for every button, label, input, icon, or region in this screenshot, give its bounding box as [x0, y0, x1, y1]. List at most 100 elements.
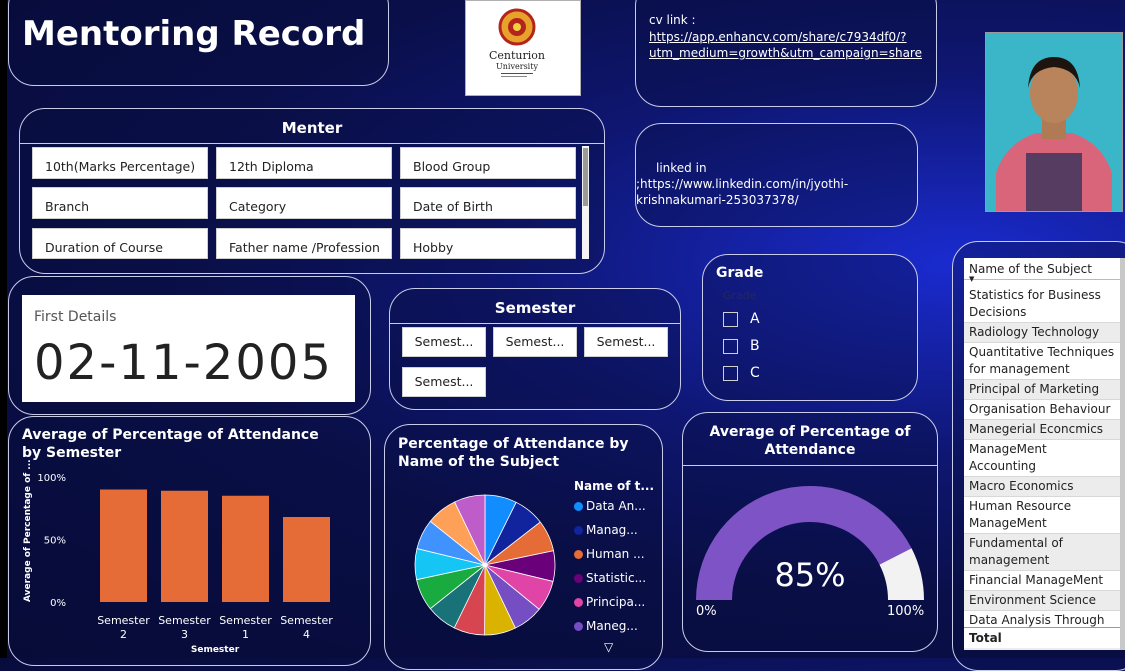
subject-item[interactable]: Financial ManageMent	[964, 571, 1122, 591]
grade-panel: Grade Grade A B C	[702, 254, 918, 401]
subject-item[interactable]: Quantitative Techniques for management	[964, 343, 1122, 380]
pie-legend-item[interactable]: Statistic...	[574, 571, 646, 585]
subject-item[interactable]: Business Research	[964, 648, 1122, 650]
legend-dot-icon	[574, 597, 583, 607]
page-title: Mentoring Record	[22, 14, 366, 54]
grade-option-label: C	[750, 365, 760, 381]
subject-item[interactable]: Fundamental of management	[964, 534, 1122, 571]
subject-header-label: Name of the Subject	[969, 262, 1092, 276]
pie-legend-item[interactable]: Principa...	[574, 595, 645, 609]
menter-cell-blood-group[interactable]: Blood Group	[400, 147, 576, 179]
bar-x-axis-label: Semester	[191, 645, 240, 655]
pie-chart	[414, 494, 556, 636]
subject-item[interactable]: Macro Economics	[964, 477, 1122, 497]
pie-legend-item[interactable]: Manag...	[574, 523, 638, 537]
grade-option-label: B	[750, 338, 760, 354]
grade-option-label: A	[750, 311, 760, 327]
subject-scrollbar[interactable]	[1120, 258, 1125, 650]
bar-y-tick-label: 50%	[44, 536, 66, 547]
grade-option-b[interactable]: B	[723, 338, 760, 354]
legend-dot-icon	[574, 549, 583, 559]
logo-subtext: University	[496, 62, 538, 71]
semester-button-1[interactable]: Semest...	[402, 327, 486, 357]
pie-legend-label: Principa...	[586, 595, 646, 609]
subject-item[interactable]: Organisation Behaviour	[964, 400, 1122, 420]
grade-option-a[interactable]: A	[723, 311, 760, 327]
subject-item[interactable]: Statistics for Business Decisions	[964, 286, 1122, 323]
legend-scroll-down-icon[interactable]: ▽	[604, 640, 613, 654]
pie-legend-item[interactable]: Maneg...	[574, 619, 638, 633]
subject-item[interactable]: Environment Science	[964, 591, 1122, 611]
bar[interactable]	[222, 495, 269, 602]
pie-legend-label: Human ...	[586, 547, 645, 561]
linkedin-text: linked in ;https://www.linkedin.com/in/j…	[636, 160, 848, 208]
grade-option-c[interactable]: C	[723, 365, 760, 381]
menter-scrollbar-thumb[interactable]	[583, 148, 588, 206]
bar-x-tick-label: 3	[181, 628, 188, 641]
menter-cell-category[interactable]: Category	[216, 187, 392, 219]
gauge-max-label: 100%	[887, 604, 925, 619]
bar[interactable]	[161, 490, 208, 602]
checkbox-icon[interactable]	[723, 365, 738, 381]
logo-emblem-icon: Centurion University	[489, 8, 545, 77]
menter-cell-date-of-birth[interactable]: Date of Birth	[400, 187, 576, 219]
subject-total-row: Total	[964, 627, 1123, 648]
bar-chart: 100% 50% 0% Average of Percentage of ... Sem…	[23, 460, 333, 655]
semester-button-3[interactable]: Semest...	[584, 327, 668, 357]
first-details-card: First Details 02-11-2005	[22, 295, 355, 402]
linkedin-url-line1[interactable]: ;https://www.linkedin.com/in/jyothi-	[636, 176, 848, 192]
pie-legend-item[interactable]: Data An...	[574, 499, 646, 513]
subject-items: Statistics for Business Decisions Radiolo…	[964, 286, 1122, 650]
subject-item[interactable]: Human Resource ManageMent	[964, 497, 1122, 534]
bar-y-tick-label: 100%	[37, 473, 66, 484]
grade-ghost-label: Grade	[723, 289, 757, 302]
bar-x-tick-label: 1	[242, 628, 249, 641]
subject-item[interactable]: ManageMent Accounting	[964, 440, 1122, 477]
subject-item[interactable]: Manegerial Econcmics	[964, 420, 1122, 440]
semester-title: Semester	[390, 299, 680, 324]
menter-cell-duration[interactable]: Duration of Course	[32, 228, 208, 259]
bar-chart-title: Average of Percentage of Attendance by S…	[22, 427, 319, 461]
pie-legend-label: Data An...	[586, 499, 646, 513]
dropdown-arrow-icon[interactable]: ▼	[969, 275, 974, 283]
menter-cell-father-name[interactable]: Father name /Profession	[216, 228, 392, 259]
semester-button-2[interactable]: Semest...	[493, 327, 577, 357]
cv-link-line2[interactable]: utm_medium=growth&utm_campaign=share	[649, 45, 922, 61]
bar[interactable]	[100, 489, 147, 603]
first-details-label: First Details	[34, 309, 117, 325]
subject-item[interactable]: Radiology Technology	[964, 323, 1122, 343]
menter-cell-branch[interactable]: Branch	[32, 187, 208, 219]
gauge-value-label: 85%	[774, 556, 846, 594]
subject-slicer-header[interactable]: Name of the Subject ▼	[964, 258, 1122, 283]
menter-cell-hobby[interactable]: Hobby	[400, 228, 576, 259]
subject-item[interactable]: Principal of Marketing	[964, 380, 1122, 400]
subject-slicer[interactable]: Name of the Subject ▼ Statistics for Bus…	[964, 258, 1122, 650]
semester-button-4[interactable]: Semest...	[402, 367, 486, 397]
bar-y-tick-label: 0%	[50, 598, 66, 609]
pie-legend-label: Maneg...	[586, 619, 638, 633]
bar-x-tick-label: Semester	[97, 614, 150, 627]
menter-cell-12th-diploma[interactable]: 12th Diploma	[216, 147, 392, 179]
pie-legend-item[interactable]: Human ...	[574, 547, 645, 561]
bar[interactable]	[283, 517, 330, 602]
legend-dot-icon	[574, 573, 583, 583]
linkedin-url-line2[interactable]: krishnakumari-253037378/	[636, 192, 848, 208]
profile-photo	[985, 32, 1123, 212]
legend-dot-icon	[574, 621, 583, 631]
checkbox-icon[interactable]	[723, 311, 738, 327]
grade-title: Grade	[716, 265, 764, 281]
profile-photo-image	[986, 33, 1122, 211]
bar-x-tick-label: Semester	[280, 614, 333, 627]
bar-x-tick-label: 4	[303, 628, 310, 641]
menter-cell-10th-marks[interactable]: 10th(Marks Percentage)	[32, 147, 208, 179]
menter-scrollbar[interactable]	[582, 146, 589, 259]
bar-x-tick-label: Semester	[219, 614, 272, 627]
cv-link[interactable]: https://app.enhancv.com/share/c7934df0/?…	[649, 29, 922, 61]
pie-legend-label: Statistic...	[586, 571, 647, 585]
cv-link-line1[interactable]: https://app.enhancv.com/share/c7934df0/?	[649, 29, 922, 45]
university-logo: Centurion University	[465, 0, 581, 96]
bar-x-tick-label: Semester	[158, 614, 211, 627]
legend-dot-icon	[574, 525, 583, 535]
checkbox-icon[interactable]	[723, 338, 738, 354]
pie-chart-title: Percentage of Attendance by Name of the …	[398, 436, 629, 470]
